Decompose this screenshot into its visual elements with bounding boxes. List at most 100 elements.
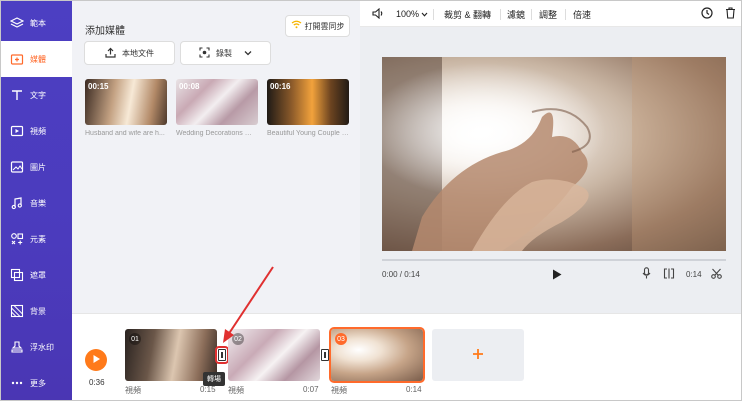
transition-icon — [324, 352, 326, 358]
clip-number: 02 — [232, 333, 244, 345]
layers-icon — [10, 16, 24, 30]
trash-icon — [725, 7, 736, 21]
adjust-button[interactable]: 調整 — [539, 1, 557, 27]
sidebar-item-music[interactable]: 音樂 — [1, 185, 72, 221]
current-time: 0:00 / 0:14 — [382, 270, 420, 279]
more-icon — [10, 376, 24, 390]
media-caption: Husband and wife are h... — [85, 130, 165, 137]
media-thumbnail: 00:08 — [176, 79, 258, 125]
plus-icon — [472, 348, 484, 362]
wifi-icon — [291, 20, 302, 32]
sidebar-item-label: 範本 — [30, 18, 46, 28]
background-icon — [10, 304, 24, 318]
record-label: 錄製 — [216, 48, 232, 58]
cloud-sync-button[interactable]: 打開雲同步 — [285, 15, 350, 37]
clip-duration: 0:07 — [303, 385, 319, 394]
transition-icon — [221, 352, 223, 358]
clip-type-label: 視頻 — [125, 386, 141, 395]
sidebar-item-watermark[interactable]: 浮水印 — [1, 329, 72, 365]
cut-button[interactable] — [710, 268, 722, 280]
chevron-down-icon — [244, 49, 252, 58]
timeline-clip-selected[interactable]: 03 — [329, 327, 425, 383]
timeline-clip[interactable]: 02 — [228, 329, 320, 381]
record-icon — [199, 46, 210, 60]
microphone-button[interactable] — [640, 267, 652, 281]
history-button[interactable] — [701, 1, 713, 27]
toolbar-divider — [500, 9, 501, 20]
scissors-icon — [710, 268, 722, 281]
playback-progress-bar[interactable] — [382, 259, 726, 261]
transition-button[interactable] — [321, 349, 329, 361]
sidebar-item-media[interactable]: 媒體 — [1, 41, 72, 77]
toolbar-divider — [531, 9, 532, 20]
sidebar-item-elements[interactable]: 元素 — [1, 221, 72, 257]
top-toolbar: 100% 裁剪 & 翻轉 濾鏡 調整 倍速 — [360, 1, 741, 27]
delete-button[interactable] — [725, 1, 736, 27]
volume-button[interactable] — [372, 1, 385, 27]
upload-local-label: 本地文件 — [122, 48, 154, 58]
timeline-play-button[interactable] — [85, 349, 107, 371]
sidebar-item-overlay[interactable]: 遮罩 — [1, 257, 72, 293]
sidebar-item-label: 音樂 — [30, 198, 46, 208]
speed-label: 倍速 — [573, 9, 592, 20]
text-icon — [10, 88, 24, 102]
clip-number: 01 — [129, 333, 141, 345]
clip-type-label: 視頻 — [228, 386, 244, 395]
microphone-icon — [642, 267, 651, 281]
media-item[interactable]: 00:16 Beautiful Young Couple i... — [267, 79, 349, 137]
clip-type-label: 視頻 — [331, 386, 347, 395]
elements-icon — [10, 232, 24, 246]
editor-window: 範本 媒體 文字 視頻 圖片 音樂 元素 遮罩 背景 浮水印 更多 添加媒體 打… — [0, 0, 742, 401]
clip-number: 03 — [335, 333, 347, 345]
clock-icon — [701, 7, 713, 21]
adjust-label: 調整 — [539, 9, 558, 20]
sidebar-item-templates[interactable]: 範本 — [1, 5, 72, 41]
crop-flip-button[interactable]: 裁剪 & 翻轉 — [444, 1, 491, 27]
zoom-value: 100% — [396, 9, 420, 19]
transition-button[interactable] — [215, 346, 229, 364]
sidebar-item-label: 浮水印 — [30, 342, 54, 352]
sidebar-item-text[interactable]: 文字 — [1, 77, 72, 113]
upload-icon — [105, 47, 116, 60]
media-duration: 00:16 — [270, 82, 291, 91]
media-duration: 00:15 — [88, 82, 109, 91]
sidebar-item-video[interactable]: 視頻 — [1, 113, 72, 149]
zoom-dropdown[interactable]: 100% — [396, 1, 428, 27]
video-preview[interactable] — [382, 57, 726, 251]
sidebar: 範本 媒體 文字 視頻 圖片 音樂 元素 遮罩 背景 浮水印 更多 — [1, 1, 72, 400]
media-duration: 00:08 — [179, 82, 200, 91]
sidebar-item-label: 文字 — [30, 90, 46, 100]
cloud-sync-label: 打開雲同步 — [304, 21, 345, 31]
stamp-icon — [10, 340, 24, 354]
toolbar-divider — [433, 9, 434, 20]
preview-area: 0:00 / 0:14 0:14 — [360, 27, 741, 313]
clip-end-time: 0:14 — [686, 270, 702, 279]
sidebar-item-background[interactable]: 背景 — [1, 293, 72, 329]
image-icon — [10, 160, 24, 174]
speed-button[interactable]: 倍速 — [573, 1, 591, 27]
upload-local-button[interactable]: 本地文件 — [84, 41, 175, 65]
sidebar-item-more[interactable]: 更多 — [1, 365, 72, 400]
volume-icon — [372, 7, 385, 21]
folder-add-icon — [10, 52, 24, 66]
sidebar-item-images[interactable]: 圖片 — [1, 149, 72, 185]
media-thumbnail: 00:15 — [85, 79, 167, 125]
media-thumbnail: 00:16 — [267, 79, 349, 125]
sidebar-item-label: 遮罩 — [30, 270, 46, 280]
record-dropdown-button[interactable]: 錄製 — [180, 41, 271, 65]
chevron-down-icon — [421, 9, 428, 19]
play-icon — [552, 269, 562, 282]
transition-tooltip: 轉場 — [203, 372, 225, 386]
media-item[interactable]: 00:08 Wedding Decorations Wi... — [176, 79, 258, 137]
toolbar-divider — [565, 9, 566, 20]
media-caption: Wedding Decorations Wi... — [176, 130, 258, 137]
split-view-button[interactable] — [663, 267, 675, 280]
clip-duration: 0:14 — [406, 385, 422, 394]
media-panel-title: 添加媒體 — [85, 26, 125, 37]
add-clip-button[interactable] — [432, 329, 524, 381]
filter-label: 濾鏡 — [507, 9, 526, 20]
media-item[interactable]: 00:15 Husband and wife are h... — [85, 79, 167, 137]
media-caption: Beautiful Young Couple i... — [267, 130, 349, 137]
preview-play-button[interactable] — [550, 268, 564, 282]
filter-button[interactable]: 濾鏡 — [507, 1, 525, 27]
